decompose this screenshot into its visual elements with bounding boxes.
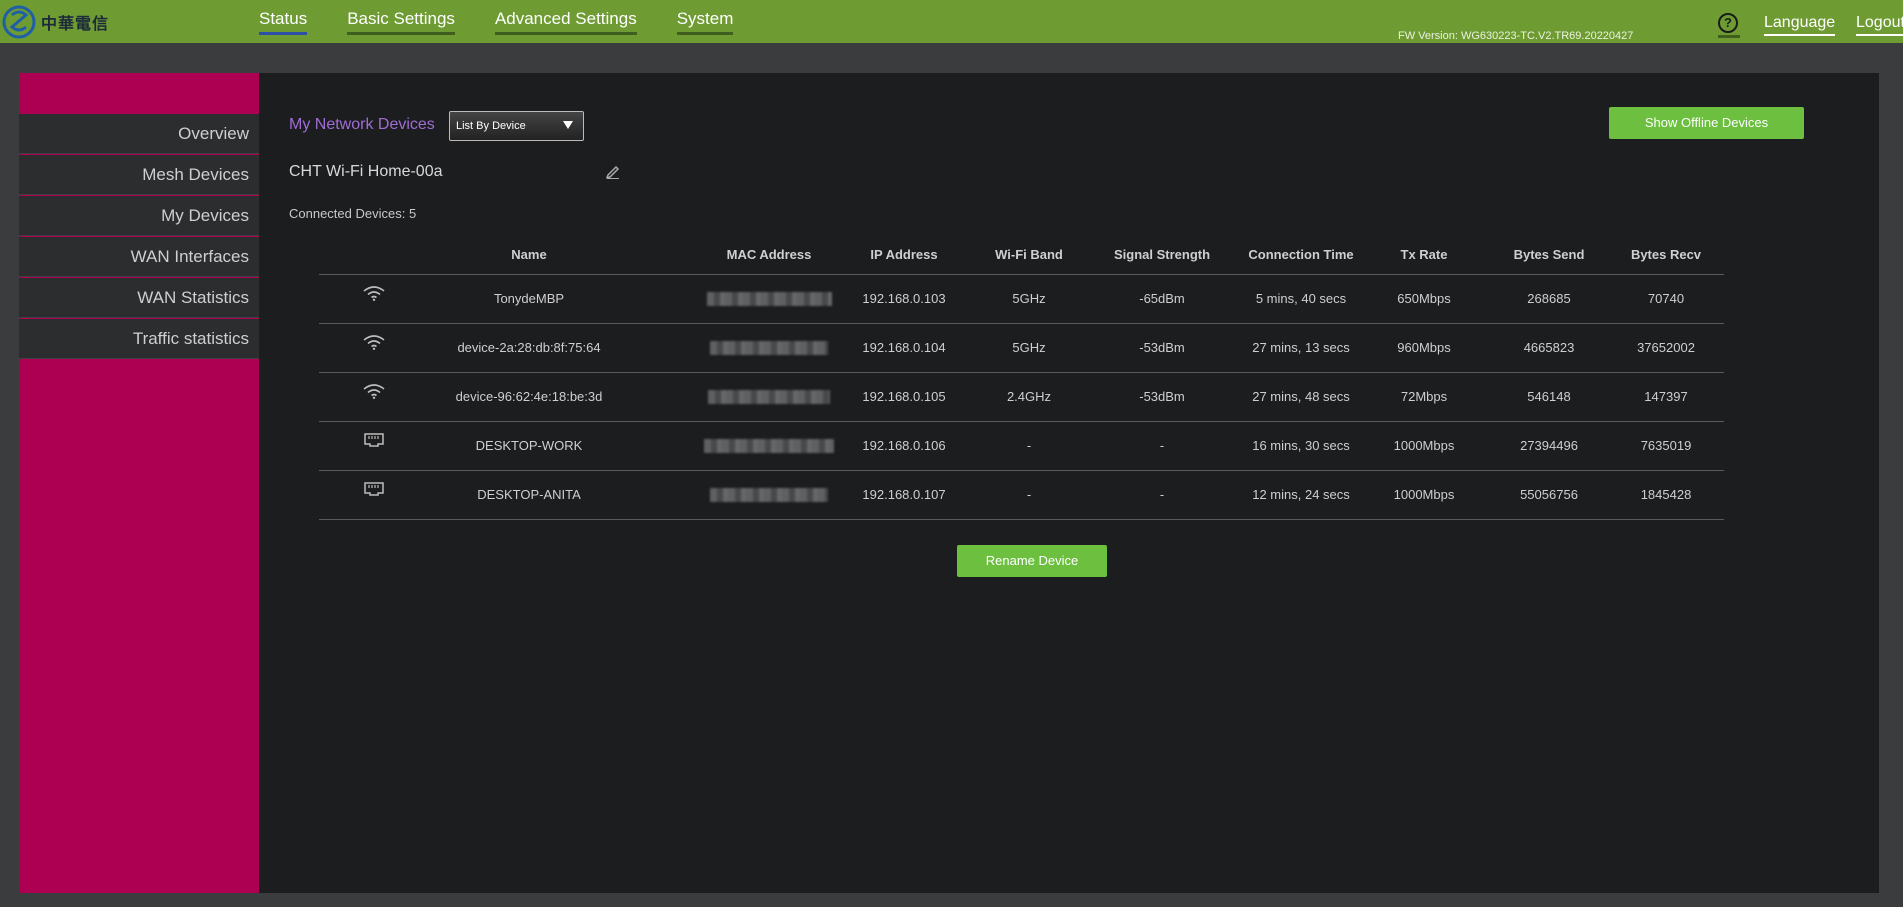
mac-address-blur (710, 341, 828, 355)
wifi-icon (319, 324, 429, 373)
nav-basic-settings[interactable]: Basic Settings (347, 9, 455, 35)
network-name: CHT Wi-Fi Home-00a (289, 163, 443, 180)
cell-sent: 55056756 (1520, 487, 1578, 502)
pencil-edit-icon[interactable] (605, 163, 621, 179)
cell-band: 5GHz (1012, 340, 1046, 355)
sidebar-item-traffic-statistics[interactable]: Traffic statistics (19, 319, 259, 359)
cell-tx: 1000Mbps (1393, 487, 1455, 502)
cell-ip: 192.168.0.106 (862, 438, 946, 453)
cell-sent: 546148 (1527, 389, 1571, 404)
nav-system[interactable]: System (676, 9, 734, 35)
cell-time: 5 mins, 40 secs (1255, 291, 1347, 306)
cell-band: - (1026, 487, 1032, 502)
cell-ip: 192.168.0.104 (862, 340, 946, 355)
help-icon: ? (1718, 13, 1738, 33)
column-header-recv: Bytes Recv (1630, 247, 1702, 262)
sidebar-item-overview[interactable]: Overview (19, 114, 259, 154)
page-title: My Network Devices (289, 116, 435, 133)
cell-signal: -65dBm (1139, 291, 1185, 306)
table-bottom-border (319, 519, 1724, 520)
table-row[interactable]: DESKTOP-ANITA 192.168.0.107 - - 12 mins, 24 … (319, 470, 1724, 520)
cell-time: 27 mins, 13 secs (1252, 340, 1350, 355)
column-header-tx: Tx Rate (1400, 247, 1448, 262)
cell-tx: 650Mbps (1397, 291, 1451, 306)
column-header-band: Wi-Fi Band (995, 247, 1063, 262)
dropdown-arrow-icon (563, 121, 573, 129)
top-nav: Status Basic Settings Advanced Settings … (259, 9, 773, 35)
column-header-sent: Bytes Send (1513, 247, 1585, 262)
wifi-icon (319, 275, 429, 324)
brand-logo[interactable]: 中華電信 (0, 0, 109, 43)
mac-address-blur (704, 439, 834, 453)
cell-sent: 27394496 (1520, 438, 1578, 453)
view-mode-select[interactable]: List By Device (449, 111, 584, 141)
view-mode-value: List By Device (456, 120, 526, 132)
help-button[interactable]: ? (1718, 13, 1740, 38)
cell-name: device-96:62:4e:18:be:3d (455, 389, 603, 404)
column-header-time: Connection Time (1248, 247, 1354, 262)
cell-signal: - (1159, 438, 1165, 453)
top-bar: 中華電信 Status Basic Settings Advanced Sett… (0, 0, 1903, 43)
cell-sent: 268685 (1527, 291, 1571, 306)
connected-devices-count: Connected Devices: 5 (289, 206, 417, 221)
mac-address-blur (706, 292, 832, 306)
cell-tx: 960Mbps (1397, 340, 1451, 355)
nav-advanced-settings[interactable]: Advanced Settings (494, 9, 637, 35)
logout-link[interactable]: Logout (1856, 14, 1903, 36)
nav-status[interactable]: Status (259, 9, 308, 35)
cell-name: DESKTOP-WORK (475, 438, 583, 453)
column-header-name: Name (511, 247, 547, 262)
mac-address-blur (710, 488, 828, 502)
cell-ip: 192.168.0.105 (862, 389, 946, 404)
cell-name: TonydeMBP (493, 291, 565, 306)
sidebar: Overview Mesh Devices My Devices WAN Int… (19, 73, 259, 893)
cell-band: 5GHz (1012, 291, 1046, 306)
sidebar-item-wan-statistics[interactable]: WAN Statistics (19, 278, 259, 318)
cell-tx: 1000Mbps (1393, 438, 1455, 453)
cell-recv: 37652002 (1637, 340, 1695, 355)
brand-name: 中華電信 (41, 13, 110, 33)
table-row[interactable]: device-96:62:4e:18:be:3d 192.168.0.105 2.4… (319, 372, 1724, 422)
language-link[interactable]: Language (1764, 14, 1836, 36)
table-row[interactable]: DESKTOP-WORK 192.168.0.106 - - 16 mins, 30 s… (319, 421, 1724, 471)
cell-band: 2.4GHz (1006, 389, 1052, 404)
cell-ip: 192.168.0.107 (862, 487, 946, 502)
ethernet-icon (319, 471, 429, 520)
cell-sent: 4665823 (1523, 340, 1575, 355)
wifi-icon (319, 373, 429, 422)
column-header-mac: MAC Address (726, 247, 812, 262)
ethernet-icon (319, 422, 429, 471)
cell-recv: 70740 (1647, 291, 1685, 306)
table-row[interactable]: device-2a:28:db:8f:75:64 192.168.0.104 5GH… (319, 323, 1724, 373)
cell-time: 12 mins, 24 secs (1252, 487, 1350, 502)
sidebar-item-wan-interfaces[interactable]: WAN Interfaces (19, 237, 259, 277)
sidebar-item-my-devices[interactable]: My Devices (19, 196, 259, 236)
cell-time: 16 mins, 30 secs (1252, 438, 1350, 453)
column-header-signal: Signal Strength (1113, 247, 1211, 262)
cell-recv: 1845428 (1640, 487, 1692, 502)
cell-recv: 147397 (1644, 389, 1688, 404)
cell-time: 27 mins, 48 secs (1252, 389, 1350, 404)
cell-recv: 7635019 (1640, 438, 1692, 453)
main-panel: My Network Devices List By Device Show O… (259, 73, 1879, 893)
mac-address-blur (708, 390, 830, 404)
cell-band: - (1026, 438, 1032, 453)
cht-logo-icon (2, 5, 36, 38)
column-header-ip: IP Address (870, 247, 938, 262)
cell-name: DESKTOP-ANITA (477, 487, 581, 502)
show-offline-devices-button[interactable]: Show Offline Devices (1609, 107, 1804, 139)
cell-signal: -53dBm (1139, 340, 1185, 355)
cell-ip: 192.168.0.103 (862, 291, 946, 306)
cell-name: device-2a:28:db:8f:75:64 (457, 340, 601, 355)
sidebar-item-mesh-devices[interactable]: Mesh Devices (19, 155, 259, 195)
cell-signal: - (1159, 487, 1165, 502)
firmware-version: FW Version: WG630223-TC.V2.TR69.20220427 (1398, 30, 1634, 42)
rename-device-button[interactable]: Rename Device (957, 545, 1107, 577)
cell-signal: -53dBm (1139, 389, 1185, 404)
cell-tx: 72Mbps (1400, 389, 1448, 404)
table-row[interactable]: TonydeMBP 192.168.0.103 5GHz -65dBm 5 mins, … (319, 274, 1724, 324)
